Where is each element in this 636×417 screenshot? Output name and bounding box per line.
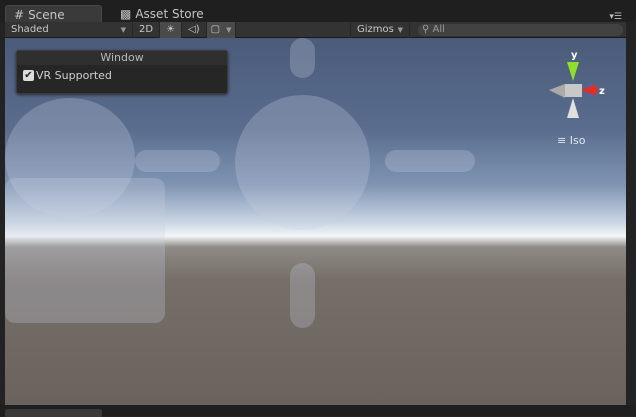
- audio-toggle[interactable]: ◁): [182, 21, 207, 38]
- speaker-icon: ◁): [188, 24, 200, 35]
- chevron-down-icon: ▼: [226, 25, 232, 34]
- search-input[interactable]: ⚲ All: [418, 24, 623, 36]
- effects-dropdown[interactable]: ▢ ▼: [206, 21, 237, 38]
- image-icon: ▢: [210, 24, 221, 35]
- projection-toggle[interactable]: ≡ Iso: [557, 134, 585, 147]
- neg-x-axis-cone[interactable]: [549, 84, 565, 98]
- window-title: Window: [17, 51, 227, 65]
- bottom-tab-bar: [0, 405, 636, 417]
- search-icon: ⚲: [422, 24, 430, 35]
- z-axis-label: z: [599, 86, 605, 97]
- chevron-down-icon: ▼: [397, 25, 403, 34]
- bag-icon: ▩: [120, 7, 132, 21]
- gizmos-dropdown[interactable]: Gizmos ▼: [350, 21, 410, 38]
- tab-bar: # Scene ▩ Asset Store ▾☰: [0, 0, 636, 23]
- checkmark-icon: ✔: [23, 70, 34, 81]
- hash-icon: #: [14, 7, 25, 22]
- neg-y-axis-cone[interactable]: [567, 98, 579, 118]
- lighting-toggle[interactable]: ☀: [160, 21, 183, 38]
- tab-asset-store[interactable]: ▩ Asset Store: [112, 5, 212, 23]
- overlay-window: Window ✔ VR Supported: [16, 50, 228, 94]
- menu-icon: ≡: [557, 134, 567, 147]
- sun-icon: ☀: [166, 24, 176, 35]
- chevron-down-icon: ▼: [120, 25, 126, 34]
- y-axis-cone[interactable]: [567, 62, 579, 81]
- sun-watermark-icon: [235, 95, 370, 230]
- tab-scene[interactable]: # Scene: [5, 5, 102, 23]
- 2d-toggle[interactable]: 2D: [133, 21, 161, 38]
- vr-supported-checkbox[interactable]: ✔ VR Supported: [17, 65, 227, 86]
- gizmo-center-cube[interactable]: [565, 84, 582, 97]
- draw-mode-dropdown[interactable]: Shaded ▼: [5, 21, 133, 38]
- scene-viewport[interactable]: Window ✔ VR Supported y z ≡ Iso: [5, 38, 626, 405]
- scene-toolbar: Shaded ▼ 2D ☀ ◁) ▢ ▼ Gizmos ▼ ⚲ All: [5, 21, 626, 38]
- tab-menu-icon[interactable]: ▾☰: [609, 12, 622, 22]
- y-axis-label: y: [571, 50, 578, 61]
